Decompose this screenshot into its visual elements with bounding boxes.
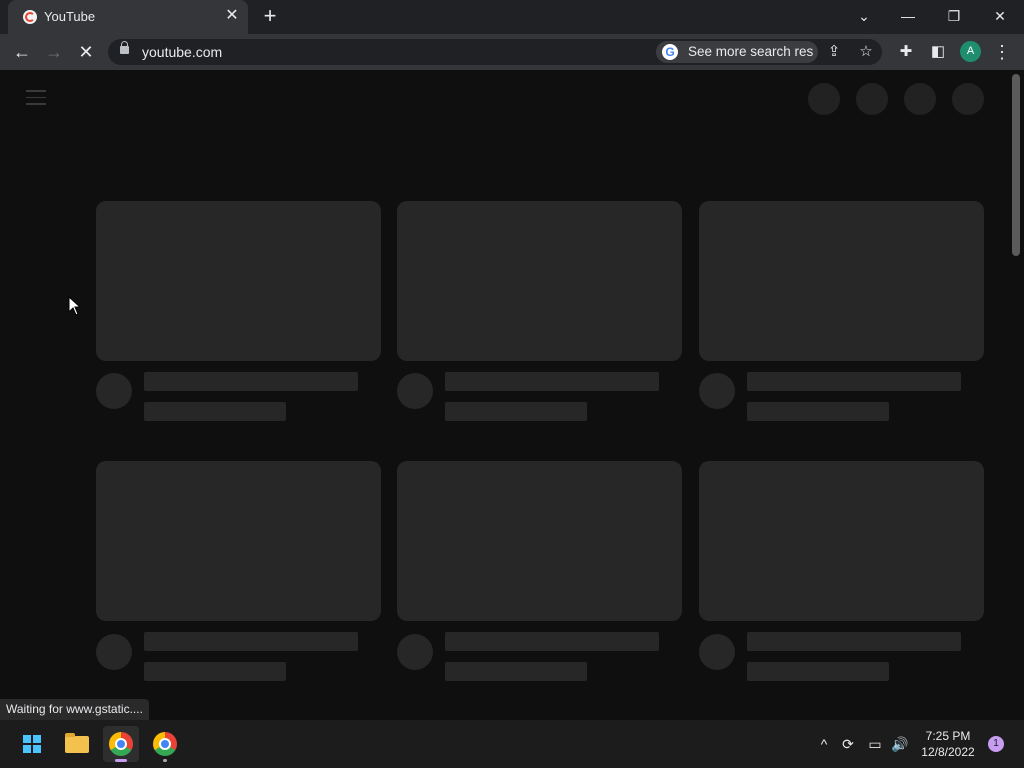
title-line-placeholder [747, 372, 961, 391]
channel-avatar-placeholder [96, 373, 132, 409]
title-line-placeholder [445, 372, 659, 391]
side-panel-icon[interactable]: ◧ [928, 42, 948, 62]
stop-loading-button[interactable]: ✕ [76, 42, 96, 62]
channel-avatar-placeholder [397, 634, 433, 670]
tab-close-button[interactable]: ✕ [224, 8, 240, 24]
running-indicator [163, 759, 167, 762]
active-window-indicator [115, 759, 127, 762]
video-thumbnail-placeholder [96, 461, 381, 621]
share-icon[interactable]: ⇪ [825, 43, 843, 61]
notification-badge[interactable]: 1 [988, 736, 1004, 752]
youtube-icon [23, 10, 37, 24]
meta-line-placeholder [144, 402, 286, 421]
video-thumbnail-placeholder [699, 201, 984, 361]
network-icon[interactable]: ▭ [866, 735, 884, 753]
system-clock[interactable]: 7:25 PM 12/8/2022 [916, 728, 980, 760]
channel-avatar-placeholder [699, 634, 735, 670]
sync-icon[interactable]: ⟳ [839, 735, 857, 753]
title-line-placeholder [144, 372, 358, 391]
video-thumbnail-placeholder [96, 201, 381, 361]
chrome-icon [109, 732, 133, 756]
bookmark-star-icon[interactable]: ☆ [857, 43, 875, 61]
channel-avatar-placeholder [96, 634, 132, 670]
volume-icon[interactable]: 🔊 [891, 735, 909, 753]
tab-title: YouTube [44, 9, 96, 24]
video-thumbnail-placeholder [699, 461, 984, 621]
forward-button[interactable]: → [44, 42, 64, 62]
minimize-button[interactable]: — [898, 6, 918, 26]
start-button[interactable] [14, 726, 50, 762]
header-placeholder-circle [856, 83, 888, 115]
header-placeholder-circle [952, 83, 984, 115]
clock-date: 12/8/2022 [921, 745, 975, 759]
browser-toolbar: ← → ✕ youtube.com G See more search res … [0, 34, 1024, 70]
folder-icon [65, 733, 89, 753]
back-button[interactable]: ← [12, 42, 32, 62]
chrome-menu-icon[interactable]: ⋮ [992, 42, 1012, 62]
tab-youtube[interactable]: YouTube ✕ [8, 0, 248, 34]
meta-line-placeholder [747, 402, 889, 421]
chip-label: See more search res [688, 44, 814, 59]
title-line-placeholder [445, 632, 659, 651]
video-thumbnail-placeholder [397, 201, 682, 361]
meta-line-placeholder [445, 402, 587, 421]
tab-strip: YouTube ✕ + ⌄ — ❐ ✕ [0, 0, 1024, 34]
chrome-taskbar-button-2[interactable] [147, 726, 183, 762]
header-placeholder-circle [808, 83, 840, 115]
meta-line-placeholder [445, 662, 587, 681]
menu-hamburger-icon[interactable] [26, 90, 46, 106]
meta-line-placeholder [747, 662, 889, 681]
windows-taskbar: ^ ⟳ ▭ 🔊 7:25 PM 12/8/2022 1 [0, 720, 1024, 768]
video-thumbnail-placeholder [397, 461, 682, 621]
channel-avatar-placeholder [397, 373, 433, 409]
show-hidden-icons-chevron[interactable]: ^ [815, 735, 833, 753]
google-search-chip[interactable]: G See more search res [656, 41, 818, 63]
google-icon: G [662, 44, 678, 60]
title-line-placeholder [747, 632, 961, 651]
page-scrollbar[interactable] [1012, 74, 1020, 256]
url-text[interactable]: youtube.com [142, 44, 222, 60]
profile-avatar[interactable]: A [960, 41, 981, 62]
tab-search-button[interactable]: ⌄ [854, 6, 874, 26]
title-line-placeholder [144, 632, 358, 651]
address-bar[interactable]: youtube.com G See more search res ⇪ ☆ [108, 39, 882, 65]
clock-time: 7:25 PM [925, 729, 971, 743]
new-tab-button[interactable]: + [260, 5, 280, 27]
lock-icon[interactable] [120, 41, 129, 54]
windows-logo-icon [23, 735, 41, 753]
header-placeholder-circle [904, 83, 936, 115]
youtube-page [0, 70, 1024, 720]
close-window-button[interactable]: ✕ [990, 6, 1010, 26]
chrome-taskbar-button[interactable] [103, 726, 139, 762]
channel-avatar-placeholder [699, 373, 735, 409]
file-explorer-button[interactable] [59, 726, 95, 762]
meta-line-placeholder [144, 662, 286, 681]
chrome-icon [153, 732, 177, 756]
mouse-cursor-icon [68, 296, 82, 316]
extensions-icon[interactable]: ✚ [896, 42, 916, 62]
restore-button[interactable]: ❐ [944, 6, 964, 26]
status-bubble: Waiting for www.gstatic.... [0, 699, 149, 720]
